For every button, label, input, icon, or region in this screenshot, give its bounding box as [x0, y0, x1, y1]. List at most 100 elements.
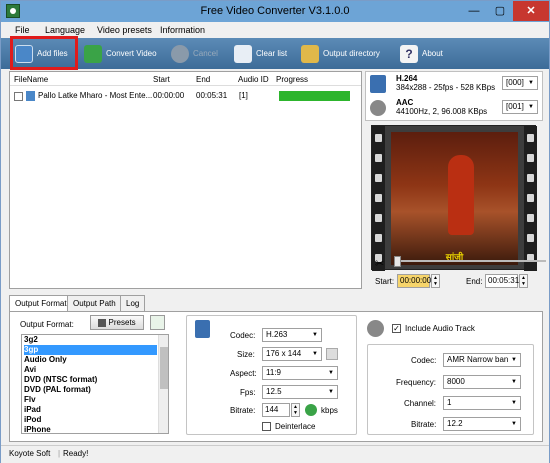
audio-bitrate-label: Bitrate:	[411, 420, 437, 429]
channel-select[interactable]: 1 ▼	[443, 396, 521, 410]
app-window: Free Video Converter V3.1.0.0 — ▢ ✕ File…	[0, 0, 550, 463]
video-track-select[interactable]: [000] ▼	[502, 76, 538, 90]
menu-file[interactable]: File	[15, 25, 30, 35]
audio-settings-group: Codec: AMR Narrow ban ▼ Frequency: 8000 ▼ …	[367, 344, 534, 435]
status-text: Ready!	[63, 449, 89, 458]
trim-slider-thumb[interactable]	[394, 256, 401, 267]
video-codec-select[interactable]: H.263 ▼	[262, 328, 322, 342]
minimize-button[interactable]: —	[461, 1, 487, 21]
end-time-spinner[interactable]: ▲ ▼	[519, 274, 528, 288]
cancel-button[interactable]: Cancel	[171, 41, 229, 67]
title-bar: Free Video Converter V3.1.0.0 — ▢ ✕	[1, 1, 549, 22]
trim-slider[interactable]	[390, 256, 546, 267]
output-directory-button[interactable]: Output directory	[301, 41, 391, 67]
list-item[interactable]: iPhone	[24, 425, 157, 433]
fps-label: Fps:	[240, 388, 256, 397]
status-vendor: Koyote Soft	[9, 449, 51, 458]
video-bitrate-label: Bitrate:	[230, 406, 256, 415]
preview-frame: सांजी	[391, 132, 518, 265]
video-info: 384x288 - 25fps - 528 KBps	[396, 83, 496, 92]
size-select[interactable]: 176 x 144 ▼	[262, 347, 322, 361]
tab-output-format[interactable]: Output Format	[9, 295, 73, 312]
clear-list-button[interactable]: Clear list	[234, 41, 292, 67]
menu-language[interactable]: Language	[45, 25, 85, 35]
video-bitrate-input[interactable]: 144	[262, 403, 290, 417]
format-list-scrollbar[interactable]	[158, 335, 168, 433]
tab-output-path[interactable]: Output Path	[67, 295, 122, 311]
audio-codec-label: Codec:	[411, 356, 437, 365]
end-time-input[interactable]: 00:05:31	[485, 274, 519, 288]
maximize-button[interactable]: ▢	[487, 1, 513, 21]
scissors-icon: ✂	[375, 258, 385, 270]
start-label: Start:	[375, 277, 395, 286]
video-settings-icon	[195, 320, 210, 338]
cancel-icon	[171, 45, 189, 63]
track-info: H.264 384x288 - 25fps - 528 KBps [000] ▼ …	[365, 71, 543, 121]
chevron-down-icon: ▼	[511, 421, 517, 427]
audio-track-select[interactable]: [001] ▼	[502, 100, 538, 114]
row-checkbox[interactable]	[14, 92, 23, 101]
deinterlace-checkbox[interactable]	[262, 422, 271, 431]
audio-info: 44100Hz, 2, 96.008 KBps	[396, 107, 488, 116]
format-list[interactable]: 3g2 3gp Audio Only Avi DVD (NTSC format)…	[21, 334, 169, 434]
frequency-label: Frequency:	[396, 378, 437, 387]
audio-codec: AAC	[396, 98, 414, 107]
list-item[interactable]: 3g2	[24, 335, 157, 345]
list-item[interactable]: iPod	[24, 415, 157, 425]
audio-codec-select[interactable]: AMR Narrow ban ▼	[443, 353, 521, 367]
presets-button[interactable]: Presets	[90, 315, 144, 330]
presets-icon	[98, 318, 107, 327]
list-item[interactable]: DVD (PAL format)	[24, 385, 157, 395]
col-audio-id[interactable]: Audio ID	[238, 75, 269, 84]
start-time-input[interactable]: 00:00:00	[397, 274, 431, 288]
frequency-select[interactable]: 8000 ▼	[443, 375, 521, 389]
col-progress[interactable]: Progress	[276, 75, 308, 84]
menu-bar: File Language Video presets Information	[1, 22, 549, 38]
size-label: Size:	[237, 350, 255, 359]
file-list[interactable]: FileName Start End Audio ID Progress Pal…	[9, 71, 362, 289]
row-start: 00:00:00	[153, 91, 185, 100]
list-item[interactable]: iPad	[24, 405, 157, 415]
file-list-header: FileName Start End Audio ID Progress	[10, 72, 361, 86]
audio-bitrate-select[interactable]: 12.2 ▼	[443, 417, 521, 431]
fps-select[interactable]: 12.5 ▼	[262, 385, 338, 399]
list-item[interactable]: Avi	[24, 365, 157, 375]
include-audio-checkbox[interactable]: ✓	[392, 324, 401, 333]
help-icon: ?	[400, 45, 418, 63]
audio-track-icon	[370, 100, 386, 116]
table-row[interactable]: Pallo Latke Mharo - Most Ente... 00:00:0…	[10, 89, 361, 103]
chevron-down-icon: ▼	[312, 351, 318, 357]
col-start[interactable]: Start	[153, 75, 170, 84]
video-bitrate-spinner[interactable]: ▲ ▼	[291, 403, 300, 417]
chevron-down-icon: ▼	[528, 80, 534, 86]
video-codec: H.264	[396, 74, 418, 83]
list-item[interactable]: DVD (NTSC format)	[24, 375, 157, 385]
video-codec-label: Codec:	[230, 331, 256, 340]
chevron-down-icon: ▼	[328, 370, 334, 376]
convert-icon	[84, 45, 102, 63]
menu-video-presets[interactable]: Video presets	[97, 25, 152, 35]
menu-information[interactable]: Information	[160, 25, 205, 35]
list-item[interactable]: Flv	[24, 395, 157, 405]
close-button[interactable]: ✕	[513, 1, 549, 21]
tab-log[interactable]: Log	[120, 295, 146, 311]
about-button[interactable]: ? About	[400, 41, 450, 67]
convert-video-button[interactable]: Convert Video	[84, 41, 162, 67]
film-strip-left	[372, 126, 385, 271]
video-preview: सांजी	[371, 125, 537, 271]
film-strip-right	[524, 126, 537, 271]
col-filename[interactable]: FileName	[14, 75, 48, 84]
chevron-down-icon: ▼	[511, 400, 517, 406]
start-time-spinner[interactable]: ▲ ▼	[431, 274, 440, 288]
add-icon[interactable]	[305, 404, 317, 416]
edit-size-icon[interactable]	[326, 348, 338, 360]
list-item[interactable]: Audio Only	[24, 355, 157, 365]
output-format-label: Output Format:	[20, 320, 74, 329]
aspect-label: Aspect:	[230, 369, 257, 378]
list-item-selected[interactable]: 3gp	[24, 345, 157, 355]
aspect-select[interactable]: 11:9 ▼	[262, 366, 338, 380]
col-end[interactable]: End	[196, 75, 210, 84]
row-end: 00:05:31	[196, 91, 228, 100]
save-icon[interactable]	[150, 315, 165, 330]
file-icon	[26, 91, 35, 101]
